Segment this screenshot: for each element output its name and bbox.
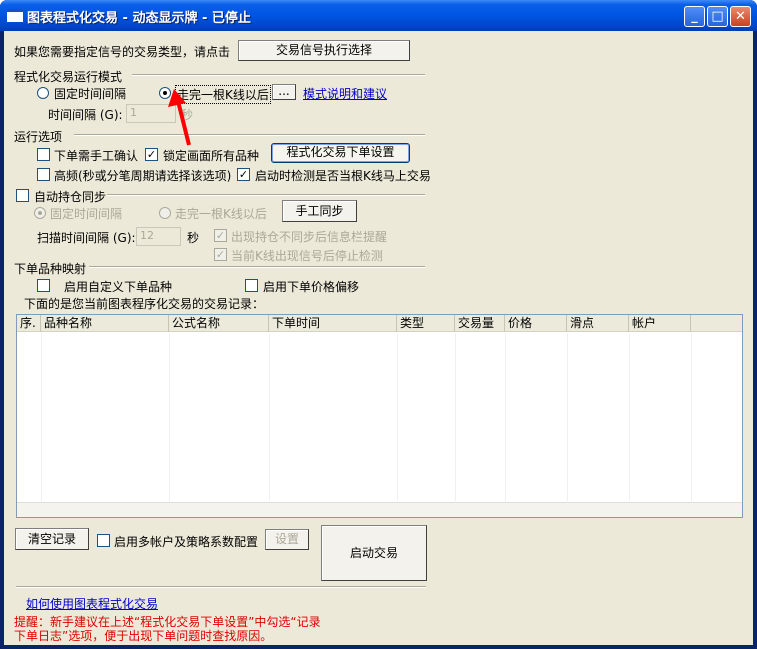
check-on-start-checkbox[interactable]: ✓ [237,168,250,181]
mode-ellipsis-button[interactable]: ... [272,84,296,100]
grid-line [567,333,568,501]
grid-line [169,333,170,501]
col-symbol[interactable]: 品种名称 [41,315,169,332]
multi-account-label: 启用多帐户及策略系数配置 [114,535,259,549]
radio-fixed-interval-label: 固定时间间隔 [54,87,127,101]
grid-line [505,333,506,501]
sync-radio-after-kline-label: 走完一根K线以后 [175,207,267,221]
clear-records-button[interactable]: 清空记录 [15,528,89,550]
col-volume[interactable]: 交易量 [455,315,505,332]
run-mode-divider [132,74,425,76]
col-account[interactable]: 帐户 [629,315,691,332]
annotation-arrow-icon [168,89,191,146]
col-price[interactable]: 价格 [505,315,567,332]
scan-label-text: 扫描时间间隔 [37,231,110,245]
main-window: 图表程式化交易 - 动态显示牌 - 已停止 _ □ ✕ 如果您需要指定信号的交易… [0,0,757,649]
bottom-divider [16,586,426,588]
lock-all-label: 锁定画面所有品种 [163,149,260,163]
price-offset-label: 启用下单价格偏移 [263,280,360,294]
minimize-button[interactable]: _ [684,6,705,27]
mode-help-link[interactable]: 模式说明和建议 [303,85,387,102]
alert-mismatch-label: 出现持仓不同步后信息栏提醒 [231,230,388,244]
order-settings-button[interactable]: 程式化交易下单设置 [271,143,410,163]
scan-interval-input[interactable]: 12 [136,227,181,246]
run-options-title: 运行选项 [14,130,63,144]
custom-symbol-label: 启用自定义下单品种 [64,280,173,294]
price-offset-checkbox[interactable] [245,279,258,292]
grid-line [397,333,398,501]
sync-radio-after-kline[interactable] [159,207,171,219]
maximize-button[interactable]: □ [707,6,728,27]
window-icon [7,9,23,22]
horizontal-scrollbar[interactable] [17,502,742,517]
col-order-time[interactable]: 下单时间 [269,315,397,332]
table-header: 序. 品种名称 公式名称 下单时间 类型 交易量 价格 滑点 帐户 [17,315,742,332]
signal-prompt: 如果您需要指定信号的交易类型，请点击 [14,45,231,59]
sync-radio-fixed-interval-label: 固定时间间隔 [50,207,123,221]
grid-line [691,333,692,501]
alert-mismatch-checkbox[interactable]: ✓ [214,229,227,242]
stop-on-signal-label: 当前K线出现信号后停止检测 [231,249,383,263]
grid-line [269,333,270,501]
position-sync-title: 自动持仓同步 [34,190,107,204]
interval-label-text: 时间间隔 [48,108,97,122]
interval-hotkey: (G): [99,108,123,122]
col-formula[interactable]: 公式名称 [169,315,269,332]
scan-interval-label: 扫描时间间隔 (G): [37,229,136,246]
close-button[interactable]: ✕ [730,6,751,27]
col-type[interactable]: 类型 [397,315,455,332]
manual-confirm-label: 下单需手工确认 [54,149,139,163]
mapping-divider [89,266,425,268]
trade-records-table[interactable]: 序. 品种名称 公式名称 下单时间 类型 交易量 价格 滑点 帐户 [16,314,743,518]
howto-link[interactable]: 如何使用图表程式化交易 [26,595,158,612]
run-mode-title: 程式化交易运行模式 [14,70,123,84]
radio-fixed-interval[interactable] [37,87,49,99]
high-freq-label: 高频(秒或分笔周期请选择该选项) [54,169,232,183]
scan-hotkey: (G): [112,231,136,245]
start-trading-button[interactable]: 启动交易 [321,525,427,581]
scan-interval-unit: 秒 [187,231,200,245]
col-index[interactable]: 序. [17,315,41,332]
tip-line-2: 下单日志”选项，便于出现下单问题时查找原因。 [14,629,273,643]
window-title: 图表程式化交易 - 动态显示牌 - 已停止 [27,11,251,26]
run-options-divider [74,134,425,136]
sync-radio-fixed-interval[interactable] [34,207,46,219]
grid-line [629,333,630,501]
lock-all-checkbox[interactable]: ✓ [145,148,158,161]
custom-symbol-checkbox[interactable] [37,279,50,292]
multi-account-settings-button[interactable]: 设置 [265,529,309,550]
multi-account-checkbox[interactable] [97,534,110,547]
position-sync-divider [107,194,425,196]
interval-label: 时间间隔 (G): [48,106,123,123]
high-freq-checkbox[interactable] [37,168,50,181]
stop-on-signal-checkbox[interactable]: ✓ [214,248,227,261]
mapping-title: 下单品种映射 [14,262,87,276]
manual-confirm-checkbox[interactable] [37,148,50,161]
signal-select-button[interactable]: 交易信号执行选择 [238,40,410,61]
check-on-start-label: 启动时检测是否当根K线马上交易 [255,169,431,183]
col-slippage[interactable]: 滑点 [567,315,629,332]
grid-line [41,333,42,501]
dialog-body: 如果您需要指定信号的交易类型，请点击 交易信号执行选择 程式化交易运行模式 固定… [4,31,753,645]
grid-line [455,333,456,501]
records-caption: 下面的是您当前图表程序化交易的交易记录： [24,297,265,311]
position-sync-checkbox[interactable] [16,189,29,202]
title-bar[interactable]: 图表程式化交易 - 动态显示牌 - 已停止 _ □ ✕ [0,0,757,31]
manual-sync-button[interactable]: 手工同步 [282,200,357,222]
